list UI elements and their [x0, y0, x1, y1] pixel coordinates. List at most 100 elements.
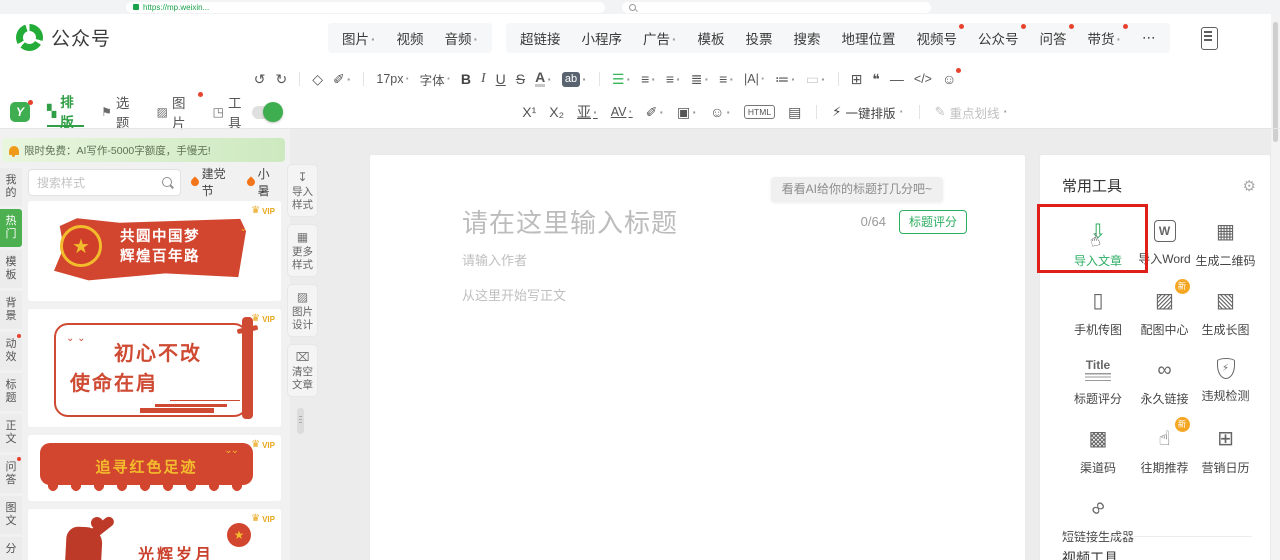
- menu-item[interactable]: 图片: [342, 28, 376, 48]
- toolbar-button[interactable]: X₂: [549, 104, 564, 120]
- menu-item[interactable]: 投票: [746, 28, 773, 48]
- category-item[interactable]: 我的: [0, 168, 22, 206]
- toolbar-button[interactable]: A: [535, 70, 552, 87]
- extension-icon[interactable]: [1184, 3, 1192, 11]
- toolbar-button[interactable]: I: [481, 71, 486, 87]
- menu-item[interactable]: 问答: [1040, 24, 1074, 48]
- toolbar-button[interactable]: ✐: [333, 71, 351, 88]
- toolbar-button[interactable]: ✎ 重点划线: [935, 103, 1008, 122]
- toolbar-button[interactable]: ≔: [775, 71, 796, 88]
- toolbar-button[interactable]: ⊞: [851, 71, 863, 88]
- browser-icon[interactable]: [10, 3, 19, 12]
- toolbar-button[interactable]: B: [461, 71, 471, 87]
- extension-icon[interactable]: [1145, 3, 1153, 11]
- menu-item[interactable]: 视频: [397, 28, 424, 48]
- toolbar-button[interactable]: S: [516, 71, 525, 87]
- tool-item[interactable]: ▦ 生成二维码: [1195, 220, 1256, 269]
- title-score-button[interactable]: 标题评分: [898, 209, 967, 234]
- menu-item[interactable]: 模板: [698, 28, 725, 48]
- tool-item[interactable]: ▧ 生成长图: [1195, 289, 1256, 338]
- category-item[interactable]: 热门: [0, 209, 22, 247]
- toolbar-button[interactable]: ✐: [646, 104, 664, 121]
- extension-icon[interactable]: [1132, 3, 1140, 11]
- toolbar-button[interactable]: ⚡ 一键排版: [832, 103, 903, 122]
- menu-item[interactable]: 小程序: [582, 28, 623, 48]
- toolbar-button[interactable]: ▣: [677, 104, 697, 121]
- toolbar-button[interactable]: AV: [611, 105, 633, 119]
- page-scrollbar[interactable]: [1271, 14, 1280, 560]
- browser-icon[interactable]: [26, 3, 35, 12]
- tool-item[interactable]: ☝ 新 往期推荐: [1134, 417, 1195, 476]
- title-input[interactable]: 请在这里输入标题: [462, 203, 678, 240]
- toolbar-button[interactable]: ≡: [641, 71, 656, 87]
- toolbar-button[interactable]: ☺: [942, 68, 962, 87]
- phone-preview-icon[interactable]: [1201, 27, 1218, 50]
- plugin-tab[interactable]: ⚑ 选题: [101, 96, 140, 131]
- extension-icon[interactable]: [1236, 3, 1244, 11]
- tool-item[interactable]: Title 标题评分: [1062, 358, 1134, 407]
- toolbar-button[interactable]: ▤: [788, 104, 801, 121]
- hot-tag-jiandangjie[interactable]: 建党节: [189, 165, 237, 199]
- toolbar-button[interactable]: 17px: [376, 72, 409, 86]
- gear-icon[interactable]: ⚙: [1243, 177, 1256, 195]
- style-card-flag[interactable]: ♛VIP 共圆中国梦 辉煌百年路: [28, 201, 281, 301]
- quick-action-button[interactable]: ⌧ 清空文章: [287, 344, 318, 397]
- address-bar[interactable]: https://mp.weixin...: [126, 1, 605, 13]
- tool-item[interactable]: ▨ 新 配图中心: [1134, 279, 1195, 338]
- tool-item[interactable]: ∞ 永久链接: [1134, 358, 1195, 407]
- extension-icon[interactable]: [1223, 3, 1231, 11]
- toolbar-button[interactable]: ≡: [719, 71, 734, 87]
- toolbar-button[interactable]: ↺: [254, 71, 266, 88]
- extension-icon[interactable]: [1249, 3, 1257, 11]
- hot-tag-xiaoshu[interactable]: 小暑: [245, 165, 281, 199]
- toolbar-button[interactable]: U: [496, 71, 506, 87]
- secondary-search-bar[interactable]: [622, 1, 931, 13]
- plugin-tab[interactable]: ▚ 排版: [47, 95, 85, 130]
- browser-icon[interactable]: [58, 3, 67, 12]
- quick-action-button[interactable]: ▨ 图片设计: [287, 284, 318, 337]
- toolbar-button[interactable]: —: [890, 71, 904, 87]
- quick-action-button[interactable]: ↧ 导入样式: [287, 164, 318, 217]
- quick-action-button[interactable]: ▦ 更多样式: [287, 224, 318, 277]
- menu-item[interactable]: 音频: [445, 28, 479, 48]
- menu-item[interactable]: 带货: [1088, 24, 1128, 48]
- toolbar-button[interactable]: 亚: [577, 102, 598, 122]
- plugin-logo-icon[interactable]: Y: [10, 100, 33, 122]
- toolbar-button[interactable]: 字体: [420, 70, 451, 89]
- sidebar-scrollbar[interactable]: [297, 408, 304, 434]
- toolbar-button[interactable]: ≣: [691, 71, 709, 88]
- tool-item[interactable]: ∞ 短链接生成器: [1062, 495, 1134, 545]
- plugin-tab[interactable]: ◳ 工具: [213, 96, 252, 131]
- author-input[interactable]: 请输入作者: [462, 250, 527, 269]
- category-item[interactable]: 问答: [0, 455, 22, 493]
- body-input[interactable]: 从这里开始写正文: [462, 285, 566, 304]
- category-item[interactable]: 分: [0, 537, 22, 560]
- menu-item[interactable]: 地理位置: [842, 28, 896, 48]
- category-item[interactable]: 标题: [0, 373, 22, 411]
- menu-item[interactable]: ⋯: [1142, 30, 1156, 46]
- menu-item[interactable]: 超链接: [520, 28, 561, 48]
- menu-item[interactable]: 广告: [643, 28, 677, 48]
- tool-item[interactable]: W 导入Word: [1134, 220, 1195, 269]
- category-item[interactable]: 背景: [0, 291, 22, 329]
- toolbar-button[interactable]: ◇: [312, 71, 323, 88]
- toolbar-button[interactable]: HTML: [743, 105, 776, 119]
- browser-icon[interactable]: [42, 3, 51, 12]
- plugin-toggle[interactable]: [251, 101, 283, 122]
- style-card-soldier[interactable]: ♛VIP 光辉岁月 铭记建党历史瞬间: [28, 509, 281, 560]
- extension-icon[interactable]: [1171, 3, 1179, 11]
- style-search-input[interactable]: 搜索样式: [28, 168, 181, 196]
- toolbar-button[interactable]: ☺: [710, 104, 731, 120]
- extension-icon[interactable]: [1210, 3, 1218, 11]
- toolbar-button[interactable]: ☰: [612, 71, 631, 88]
- tool-item[interactable]: ▩ 渠道码: [1062, 427, 1134, 476]
- toolbar-button[interactable]: ≡: [666, 71, 681, 87]
- style-card-outline[interactable]: ♛VIP 初心不改 使命在肩: [28, 309, 281, 427]
- plugin-tab[interactable]: ▨ 图片: [157, 92, 203, 131]
- toolbar-button[interactable]: ❝: [872, 71, 880, 88]
- toolbar-button[interactable]: |A|: [744, 72, 765, 86]
- extension-icon[interactable]: [1158, 3, 1166, 11]
- category-item[interactable]: 正文: [0, 414, 22, 452]
- editor-canvas[interactable]: 看看AI给你的标题打几分吧~ 请在这里输入标题 0/64 标题评分 请输入作者 …: [370, 155, 1025, 560]
- toolbar-button[interactable]: </>: [914, 72, 932, 86]
